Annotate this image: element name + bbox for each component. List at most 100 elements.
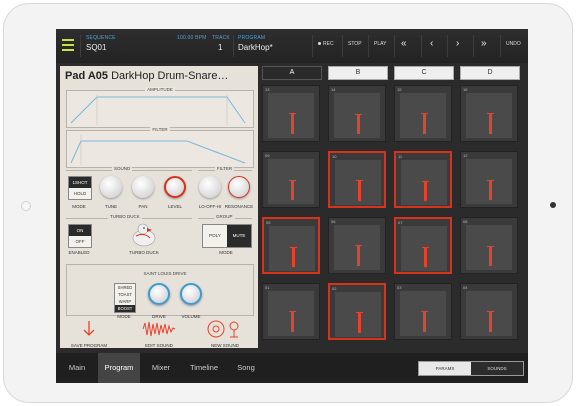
drive-mode-toast[interactable]: TOAST: [115, 291, 135, 298]
volume-knob[interactable]: [180, 283, 202, 305]
nav-tab-mixer[interactable]: Mixer: [140, 353, 182, 383]
divider: [394, 35, 395, 57]
pad-level-marker: [289, 113, 296, 114]
turbo-duck-knob-label: TURBO DUCK: [129, 250, 159, 255]
pad-level-marker: [356, 180, 363, 181]
group-mode-selector[interactable]: POLY MUTE: [202, 224, 252, 248]
lo-off-hi-knob[interactable]: [199, 176, 221, 198]
pad-level-meter: [355, 232, 362, 266]
nav-tab-song[interactable]: Song: [226, 353, 266, 383]
enabled-label: ENABLED: [68, 250, 90, 255]
drum-pad[interactable]: 07: [394, 217, 452, 274]
group-poly[interactable]: POLY: [203, 225, 227, 247]
pad-level-meter: [422, 233, 429, 267]
play-button[interactable]: PLAY: [374, 41, 386, 47]
save-program-button[interactable]: SAVE PROGRAM: [64, 319, 114, 348]
forward-to-end-icon[interactable]: »: [481, 38, 487, 49]
down-arrow-icon: [83, 321, 95, 336]
sounds-option[interactable]: SOUNDS: [471, 362, 523, 375]
turbo-duck-on[interactable]: ON: [69, 225, 91, 236]
mode-1shot[interactable]: 1SHOT: [69, 177, 91, 188]
drive-mode-warp[interactable]: WARP: [115, 298, 135, 305]
drum-pad[interactable]: 01: [262, 283, 320, 340]
divider: [421, 35, 422, 57]
drum-pad[interactable]: 10: [328, 151, 386, 208]
pad-level-fill: [424, 182, 427, 201]
mode-hold[interactable]: HOLD: [69, 188, 91, 199]
edit-sound-button[interactable]: EDIT SOUND: [134, 319, 184, 348]
drive-knob[interactable]: [148, 283, 170, 305]
rewind-to-start-icon[interactable]: «: [401, 38, 407, 49]
drive-mode-selector[interactable]: SHRED TOAST WARP BOOST: [114, 283, 136, 313]
program-selector[interactable]: DarkHop*: [238, 43, 273, 52]
nav-tab-timeline[interactable]: Timeline: [182, 353, 226, 383]
resonance-knob[interactable]: [228, 176, 250, 198]
pad-level-meter: [422, 167, 429, 201]
drum-pad[interactable]: 06: [328, 217, 386, 274]
filter-envelope[interactable]: FILTER: [66, 127, 254, 168]
level-knob[interactable]: [164, 176, 186, 198]
turbo-duck-off[interactable]: OFF: [69, 236, 91, 247]
drum-pad[interactable]: 03: [394, 283, 452, 340]
new-sound-button[interactable]: NEW SOUND: [200, 319, 250, 348]
menu-icon[interactable]: [62, 39, 74, 51]
pad-level-fill: [489, 312, 492, 332]
pan-knob[interactable]: [132, 176, 154, 198]
program-label: PROGRAM: [238, 35, 266, 41]
playback-mode-selector[interactable]: 1SHOT HOLD: [68, 176, 92, 200]
step-back-icon[interactable]: ‹: [430, 38, 433, 49]
turbo-duck-icon[interactable]: [126, 222, 160, 248]
drum-pad[interactable]: 16: [460, 85, 518, 142]
undo-button[interactable]: UNDO: [506, 41, 521, 47]
pad-level-marker: [289, 311, 296, 312]
bank-tab-d[interactable]: D: [460, 66, 520, 80]
divider: [312, 35, 313, 57]
record-button[interactable]: REC: [318, 41, 334, 47]
drum-pad[interactable]: 08: [460, 217, 518, 274]
pad-number: 04: [463, 285, 468, 290]
drive-mode-boost[interactable]: BOOST: [115, 305, 135, 312]
drum-pad[interactable]: 15: [394, 85, 452, 142]
pad-number: 16: [463, 87, 468, 92]
pad-number: 01: [265, 285, 270, 290]
bpm-display[interactable]: 100.00 BPM: [177, 35, 207, 41]
sequence-selector[interactable]: SQ01: [86, 43, 106, 52]
turbo-duck-enable-selector[interactable]: ON OFF: [68, 224, 92, 248]
drum-pad[interactable]: 02: [328, 283, 386, 340]
group-mute[interactable]: MUTE: [227, 225, 251, 247]
drum-pad[interactable]: 09: [262, 151, 320, 208]
params-sounds-toggle[interactable]: PARAMS SOUNDS: [418, 361, 524, 376]
nav-tab-program[interactable]: Program: [98, 353, 140, 383]
waveform-icon: [142, 321, 176, 337]
pad-level-meter: [487, 100, 494, 134]
pad-id: Pad A05: [65, 70, 109, 82]
pad-level-fill: [424, 248, 427, 267]
tune-knob[interactable]: [100, 176, 122, 198]
step-forward-icon[interactable]: ›: [456, 38, 459, 49]
nav-tab-main[interactable]: Main: [56, 353, 98, 383]
drum-pad[interactable]: 14: [328, 85, 386, 142]
home-button[interactable]: [21, 201, 31, 211]
params-option[interactable]: PARAMS: [419, 362, 471, 375]
mode-label: MODE: [72, 204, 86, 209]
pad-level-fill: [291, 114, 294, 134]
drum-pad[interactable]: 05: [262, 217, 320, 274]
drive-mode-shred[interactable]: SHRED: [115, 284, 135, 291]
drum-pad[interactable]: 13: [262, 85, 320, 142]
pad-level-meter: [356, 167, 363, 201]
pad-number: 02: [332, 286, 337, 291]
pad-level-marker: [487, 246, 494, 247]
bank-tab-a[interactable]: A: [262, 66, 322, 80]
divider: [368, 35, 369, 57]
drum-pad[interactable]: 12: [460, 151, 518, 208]
stop-button[interactable]: STOP: [348, 41, 362, 47]
bank-tab-b[interactable]: B: [328, 66, 388, 80]
turbo-duck-section-label: TURBO DUCK: [108, 214, 142, 219]
track-selector[interactable]: 1: [218, 43, 222, 52]
drum-pad[interactable]: 04: [460, 283, 518, 340]
bank-tab-c[interactable]: C: [394, 66, 454, 80]
amplitude-envelope[interactable]: AMPLITUDE: [66, 87, 254, 128]
pad-number: 10: [332, 154, 337, 159]
drum-pad[interactable]: 11: [394, 151, 452, 208]
pad-level-marker: [422, 181, 429, 182]
